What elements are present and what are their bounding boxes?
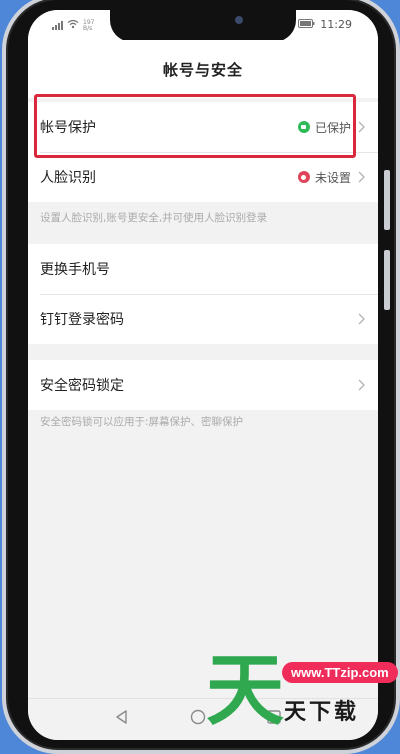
section-lock: 安全密码锁定 [28, 360, 378, 410]
account-protection-row[interactable]: 帐号保护 已保护 [28, 102, 378, 152]
chevron-right-icon [358, 313, 365, 325]
power-button [384, 250, 390, 310]
row-label: 更换手机号 [40, 262, 110, 278]
signal-icon [52, 21, 63, 30]
row-arrow [356, 312, 366, 326]
row-status: 已保护 [297, 119, 366, 136]
row-label: 钉钉登录密码 [40, 312, 124, 328]
change-phone-row[interactable]: 更换手机号 [28, 244, 378, 294]
status-time: 11:29 [320, 18, 352, 31]
home-icon[interactable] [190, 709, 206, 725]
back-icon[interactable] [114, 709, 130, 725]
net-speed: 197 B/s [83, 18, 95, 32]
row-label: 人脸识别 [40, 170, 96, 186]
watermark-text: 天下载 [284, 700, 360, 725]
volume-button [384, 170, 390, 230]
battery-icon [298, 18, 315, 31]
face-recognition-row[interactable]: 人脸识别 未设置 [28, 152, 378, 202]
front-camera [235, 16, 243, 24]
row-label: 帐号保护 [40, 120, 96, 136]
title-bar: 帐号与安全 [28, 40, 378, 98]
row-label: 安全密码锁定 [40, 378, 124, 394]
wifi-icon [67, 19, 79, 32]
face-recognition-hint: 设置人脸识别,账号更安全,并可使用人脸识别登录 [40, 212, 268, 224]
shield-icon [297, 121, 310, 133]
chevron-right-icon [358, 121, 365, 133]
notch [110, 10, 296, 42]
login-password-row[interactable]: 钉钉登录密码 [28, 294, 378, 344]
row-status: 未设置 [297, 169, 366, 186]
status-text: 已保护 [314, 120, 351, 135]
watermark-url: www.TTzip.com [282, 662, 398, 683]
status-text: 未设置 [314, 170, 351, 185]
warning-icon [297, 171, 310, 183]
status-left: 197 B/s [52, 19, 94, 32]
section-login: 更换手机号 钉钉登录密码 [28, 244, 378, 344]
screen: 197 B/s 11:29 帐号与安全 帐号保护 已保护 人脸识别 未设置 设置… [28, 10, 378, 740]
chevron-right-icon [358, 171, 365, 183]
security-lock-hint: 安全密码锁可以应用于:屏幕保护、密聊保护 [40, 416, 244, 428]
watermark-logo: 天 [206, 646, 285, 736]
background: 197 B/s 11:29 帐号与安全 帐号保护 已保护 人脸识别 未设置 设置… [0, 0, 400, 754]
page-title: 帐号与安全 [162, 60, 243, 79]
row-arrow [356, 378, 366, 392]
chevron-right-icon [358, 379, 365, 391]
security-lock-row[interactable]: 安全密码锁定 [28, 360, 378, 410]
section-account: 帐号保护 已保护 人脸识别 未设置 [28, 102, 378, 202]
